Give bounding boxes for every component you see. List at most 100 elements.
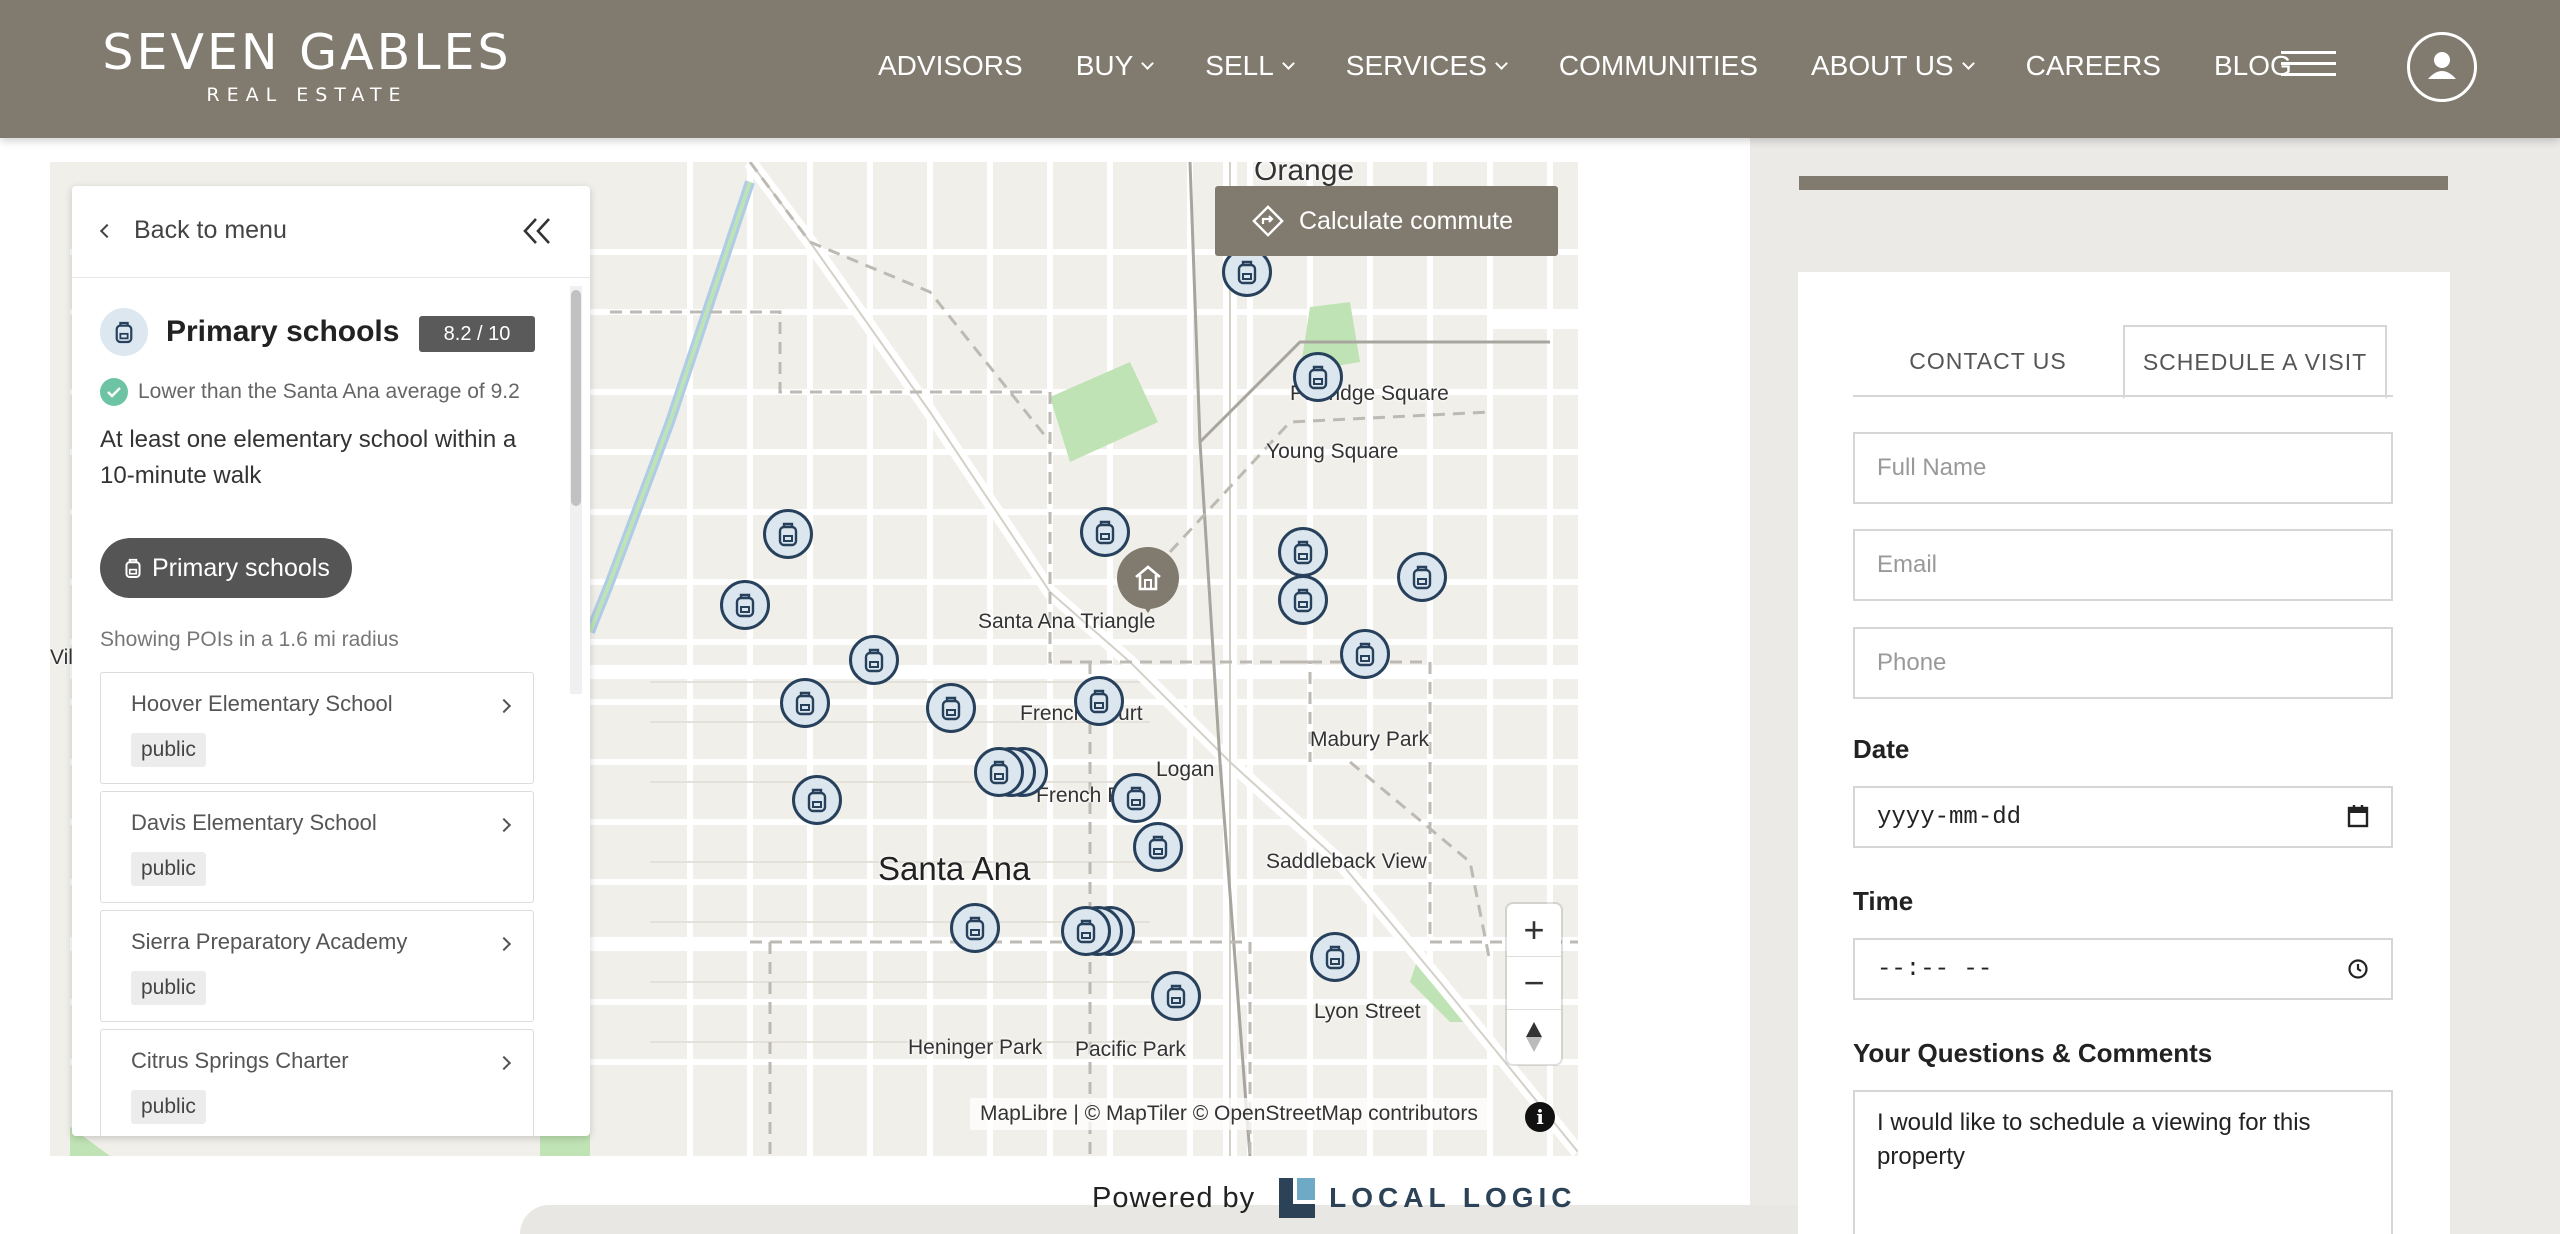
logo-sub-text: REAL ESTATE [206, 84, 408, 106]
info-icon[interactable]: i [1525, 1102, 1555, 1132]
school-name: Davis Elementary School [131, 810, 377, 835]
nav-label: BUY [1075, 50, 1134, 81]
sidebar-accent-bar [1799, 176, 2448, 190]
list-item[interactable]: Davis Elementary School public [100, 791, 534, 903]
school-marker[interactable] [926, 683, 976, 733]
school-type-tag: public [131, 733, 206, 767]
local-logic-logo-icon [1279, 1178, 1316, 1218]
school-marker[interactable] [1133, 822, 1183, 872]
chevron-down-icon [1141, 56, 1155, 70]
school-marker[interactable] [1061, 906, 1111, 956]
user-account-icon[interactable] [2407, 32, 2477, 102]
local-logic-brand[interactable]: LOCAL LOGIC [1329, 1182, 1576, 1214]
school-type-tag: public [131, 1090, 206, 1124]
phone-field[interactable]: Phone [1853, 627, 2393, 699]
chevron-right-icon [496, 936, 512, 952]
poi-side-panel: Back to menu Primary schools 8.2 / 10 Lo… [72, 186, 590, 1136]
list-item[interactable]: Citrus Springs Charter public [100, 1029, 534, 1136]
time-field[interactable]: --:-- -- [1853, 938, 2393, 1000]
map-label: Mabury Park [1310, 728, 1430, 751]
category-description: At least one elementary school within a … [100, 426, 517, 489]
nav-communities[interactable]: COMMUNITIES [1559, 50, 1758, 82]
back-to-menu-link[interactable]: Back to menu [99, 216, 287, 245]
directions-icon [1251, 204, 1285, 238]
nav-advisors[interactable]: ADVISORS [878, 50, 1023, 82]
map-label: Santa Ana Triangle [978, 610, 1156, 633]
calendar-icon[interactable] [2347, 804, 2369, 836]
school-marker[interactable] [1111, 773, 1161, 823]
email-field[interactable]: Email [1853, 529, 2393, 601]
map-label: Saddleback View [1266, 850, 1427, 873]
home-location-pin[interactable] [1117, 547, 1179, 613]
school-marker[interactable] [763, 509, 813, 559]
zoom-out-button[interactable]: − [1507, 957, 1561, 1010]
filter-label: Primary schools [152, 553, 330, 582]
chevron-right-icon [496, 698, 512, 714]
school-icon [124, 557, 142, 579]
school-marker[interactable] [1293, 352, 1343, 402]
primary-schools-filter[interactable]: Primary schools [100, 538, 352, 598]
school-marker[interactable] [792, 775, 842, 825]
school-marker[interactable] [974, 747, 1024, 797]
school-marker[interactable] [849, 635, 899, 685]
comparison-text: Lower than the Santa Ana average of 9.2 [138, 380, 520, 403]
list-item[interactable]: Hoover Elementary School public [100, 672, 534, 784]
nav-buy[interactable]: BUY [1075, 50, 1155, 82]
date-field[interactable]: yyyy-mm-dd [1853, 786, 2393, 848]
date-label: Date [1853, 734, 1910, 764]
nav-services[interactable]: SERVICES [1346, 50, 1508, 82]
chevron-left-icon [99, 223, 115, 238]
zoom-in-button[interactable]: + [1507, 904, 1561, 957]
panel-scrollbar[interactable] [570, 286, 582, 694]
school-type-tag: public [131, 971, 206, 1005]
school-marker[interactable] [1074, 676, 1124, 726]
school-name: Citrus Springs Charter [131, 1048, 349, 1073]
map-label: Orange [1254, 162, 1355, 187]
list-item[interactable]: Sierra Preparatory Academy public [100, 910, 534, 1022]
map-label: Heninger Park [908, 1036, 1043, 1059]
collapse-panel-icon[interactable] [520, 214, 554, 253]
tab-schedule-visit[interactable]: SCHEDULE A VISIT [2123, 325, 2387, 399]
school-marker[interactable] [1080, 507, 1130, 557]
school-marker[interactable] [780, 678, 830, 728]
nav-label: CAREERS [2025, 50, 2161, 81]
category-title: Primary schools [166, 315, 400, 348]
full-name-field[interactable]: Full Name [1853, 432, 2393, 504]
chevron-down-icon [1281, 56, 1295, 70]
score-badge: 8.2 / 10 [419, 316, 535, 352]
chevron-down-icon [1495, 56, 1508, 70]
nav-careers[interactable]: CAREERS [2026, 50, 2161, 82]
back-label: Back to menu [134, 216, 287, 244]
check-icon [100, 378, 128, 406]
nav-about-us[interactable]: ABOUT US [1811, 50, 1975, 82]
school-marker[interactable] [1340, 629, 1390, 679]
school-name: Hoover Elementary School [131, 691, 393, 716]
nav-label: COMMUNITIES [1558, 50, 1758, 81]
school-marker[interactable] [1151, 971, 1201, 1021]
nav-label: ADVISORS [878, 50, 1023, 81]
tab-contact-us[interactable]: CONTACT US [1853, 325, 2123, 397]
comments-textarea[interactable]: I would like to schedule a viewing for t… [1853, 1090, 2393, 1234]
radius-text: Showing POIs in a 1.6 mi radius [100, 628, 399, 651]
school-marker[interactable] [1397, 552, 1447, 602]
school-name: Sierra Preparatory Academy [131, 929, 408, 954]
compass-icon [1526, 1021, 1542, 1052]
clock-icon[interactable] [2347, 958, 2369, 988]
school-marker[interactable] [720, 580, 770, 630]
nav-sell[interactable]: SELL [1205, 50, 1295, 82]
panel-header: Back to menu [72, 186, 590, 278]
map-attribution[interactable]: MapLibre | © MapTiler © OpenStreetMap co… [970, 1098, 1488, 1130]
calculate-commute-button[interactable]: Calculate commute [1215, 186, 1558, 256]
chevron-down-icon [1961, 56, 1975, 70]
site-logo[interactable]: SEVEN GABLES REAL ESTATE [90, 26, 524, 108]
time-value: --:-- -- [1877, 955, 1993, 983]
school-marker[interactable] [1278, 527, 1328, 577]
map-label: Young Square [1266, 440, 1399, 463]
school-marker[interactable] [950, 903, 1000, 953]
compass-reset-button[interactable] [1507, 1010, 1561, 1063]
scrollbar-thumb[interactable] [571, 290, 581, 506]
school-marker[interactable] [1310, 932, 1360, 982]
school-marker[interactable] [1278, 575, 1328, 625]
zoom-controls: + − [1507, 904, 1561, 1064]
hamburger-menu-icon[interactable] [2281, 51, 2336, 77]
